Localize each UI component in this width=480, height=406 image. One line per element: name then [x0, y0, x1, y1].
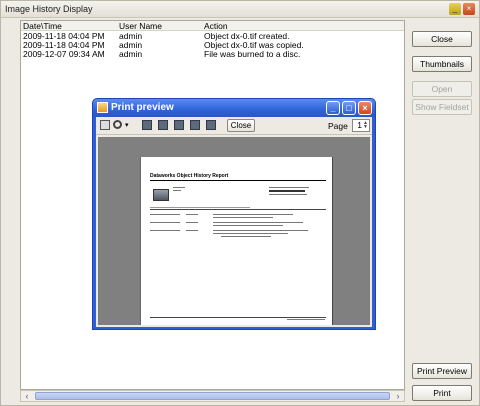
column-header-username[interactable]: User Name: [119, 21, 162, 31]
report-row-line: [213, 214, 293, 215]
image-history-window: Image History Display _ × Date\Time User…: [0, 0, 480, 406]
list-header: Date\Time User Name Action: [21, 21, 404, 31]
page-label: Page: [328, 121, 348, 131]
page-layout-icon[interactable]: [206, 120, 216, 130]
print-button[interactable]: Print: [412, 385, 472, 401]
print-preview-toolbar: ▾ Close Page 1 ▲ ▼: [96, 117, 372, 135]
print-icon[interactable]: [100, 120, 110, 130]
report-rule: [150, 209, 326, 210]
close-icon[interactable]: ×: [358, 101, 372, 115]
report-row-line: [186, 230, 198, 231]
chevron-down-icon[interactable]: ▾: [125, 121, 129, 129]
page-layout-icon[interactable]: [142, 120, 152, 130]
report-row-line: [213, 230, 308, 231]
report-row-line: [186, 222, 198, 223]
report-footer-rule: [150, 317, 326, 318]
report-thumbnail: [153, 189, 169, 201]
cell-action: File was burned to a disc.: [204, 49, 301, 59]
report-row-line: [150, 230, 180, 231]
table-row[interactable]: 2009-11-18 04:04 PM admin Object dx-0.ti…: [21, 40, 404, 50]
report-row-line: [186, 214, 198, 215]
column-header-action[interactable]: Action: [204, 21, 228, 31]
print-preview-button[interactable]: Print Preview: [412, 363, 472, 379]
print-preview-title: Print preview: [111, 102, 174, 113]
report-text-line: [269, 187, 309, 188]
scroll-right-icon[interactable]: ›: [392, 391, 404, 401]
spinner-icon[interactable]: ▲ ▼: [363, 121, 368, 130]
report-page: Dataworks Object History Report: [140, 157, 333, 325]
page-number-stepper[interactable]: 1 ▲ ▼: [352, 119, 370, 132]
minimize-icon[interactable]: _: [449, 3, 461, 15]
print-preview-titlebar[interactable]: Print preview _ □ ×: [93, 99, 375, 117]
maximize-icon[interactable]: □: [342, 101, 356, 115]
page-layout-icon[interactable]: [190, 120, 200, 130]
show-fieldset-button: Show Fieldset: [412, 99, 472, 115]
table-row[interactable]: 2009-12-07 09:34 AM admin File was burne…: [21, 49, 404, 59]
scrollbar-thumb[interactable]: [35, 392, 390, 400]
open-button: Open: [412, 81, 472, 97]
preview-canvas[interactable]: Dataworks Object History Report: [98, 137, 370, 325]
window-titlebar: Image History Display _ ×: [1, 1, 479, 18]
cell-datetime: 2009-12-07 09:34 AM: [23, 49, 105, 59]
report-text-line: [173, 187, 185, 188]
close-icon[interactable]: ×: [463, 3, 475, 15]
close-button[interactable]: Close: [412, 31, 472, 47]
print-preview-client: ▾ Close Page 1 ▲ ▼ Dataworks Object Histo…: [96, 117, 372, 327]
report-row-line: [213, 225, 283, 226]
zoom-icon[interactable]: [113, 120, 122, 129]
report-row-line: [221, 236, 271, 237]
report-footer-line: [287, 319, 325, 320]
table-row[interactable]: 2009-11-18 04:04 PM admin Object dx-0.ti…: [21, 31, 404, 41]
print-preview-dialog: Print preview _ □ × ▾ Close Page 1 ▲ ▼ D…: [92, 98, 376, 330]
cell-username: admin: [119, 49, 143, 59]
page-layout-icon[interactable]: [158, 120, 168, 130]
report-text-line: [269, 190, 305, 192]
report-row-line: [213, 233, 288, 234]
print-preview-app-icon: [97, 102, 108, 113]
thumbnails-button[interactable]: Thumbnails: [412, 56, 472, 72]
minimize-icon[interactable]: _: [326, 101, 340, 115]
report-row-line: [150, 222, 180, 223]
report-row-line: [213, 222, 303, 223]
page-number-value: 1: [357, 120, 362, 130]
report-text-line: [173, 190, 181, 191]
report-text-line: [269, 194, 307, 195]
scroll-left-icon[interactable]: ‹: [21, 391, 33, 401]
report-title: Dataworks Object History Report: [150, 173, 326, 181]
report-header-line: [150, 207, 250, 208]
report-row-line: [213, 217, 273, 218]
column-header-datetime[interactable]: Date\Time: [23, 21, 62, 31]
horizontal-scrollbar[interactable]: ‹ ›: [20, 390, 405, 402]
window-title: Image History Display: [5, 4, 93, 14]
preview-close-button[interactable]: Close: [227, 119, 255, 132]
page-layout-icon[interactable]: [174, 120, 184, 130]
report-row-line: [150, 214, 180, 215]
